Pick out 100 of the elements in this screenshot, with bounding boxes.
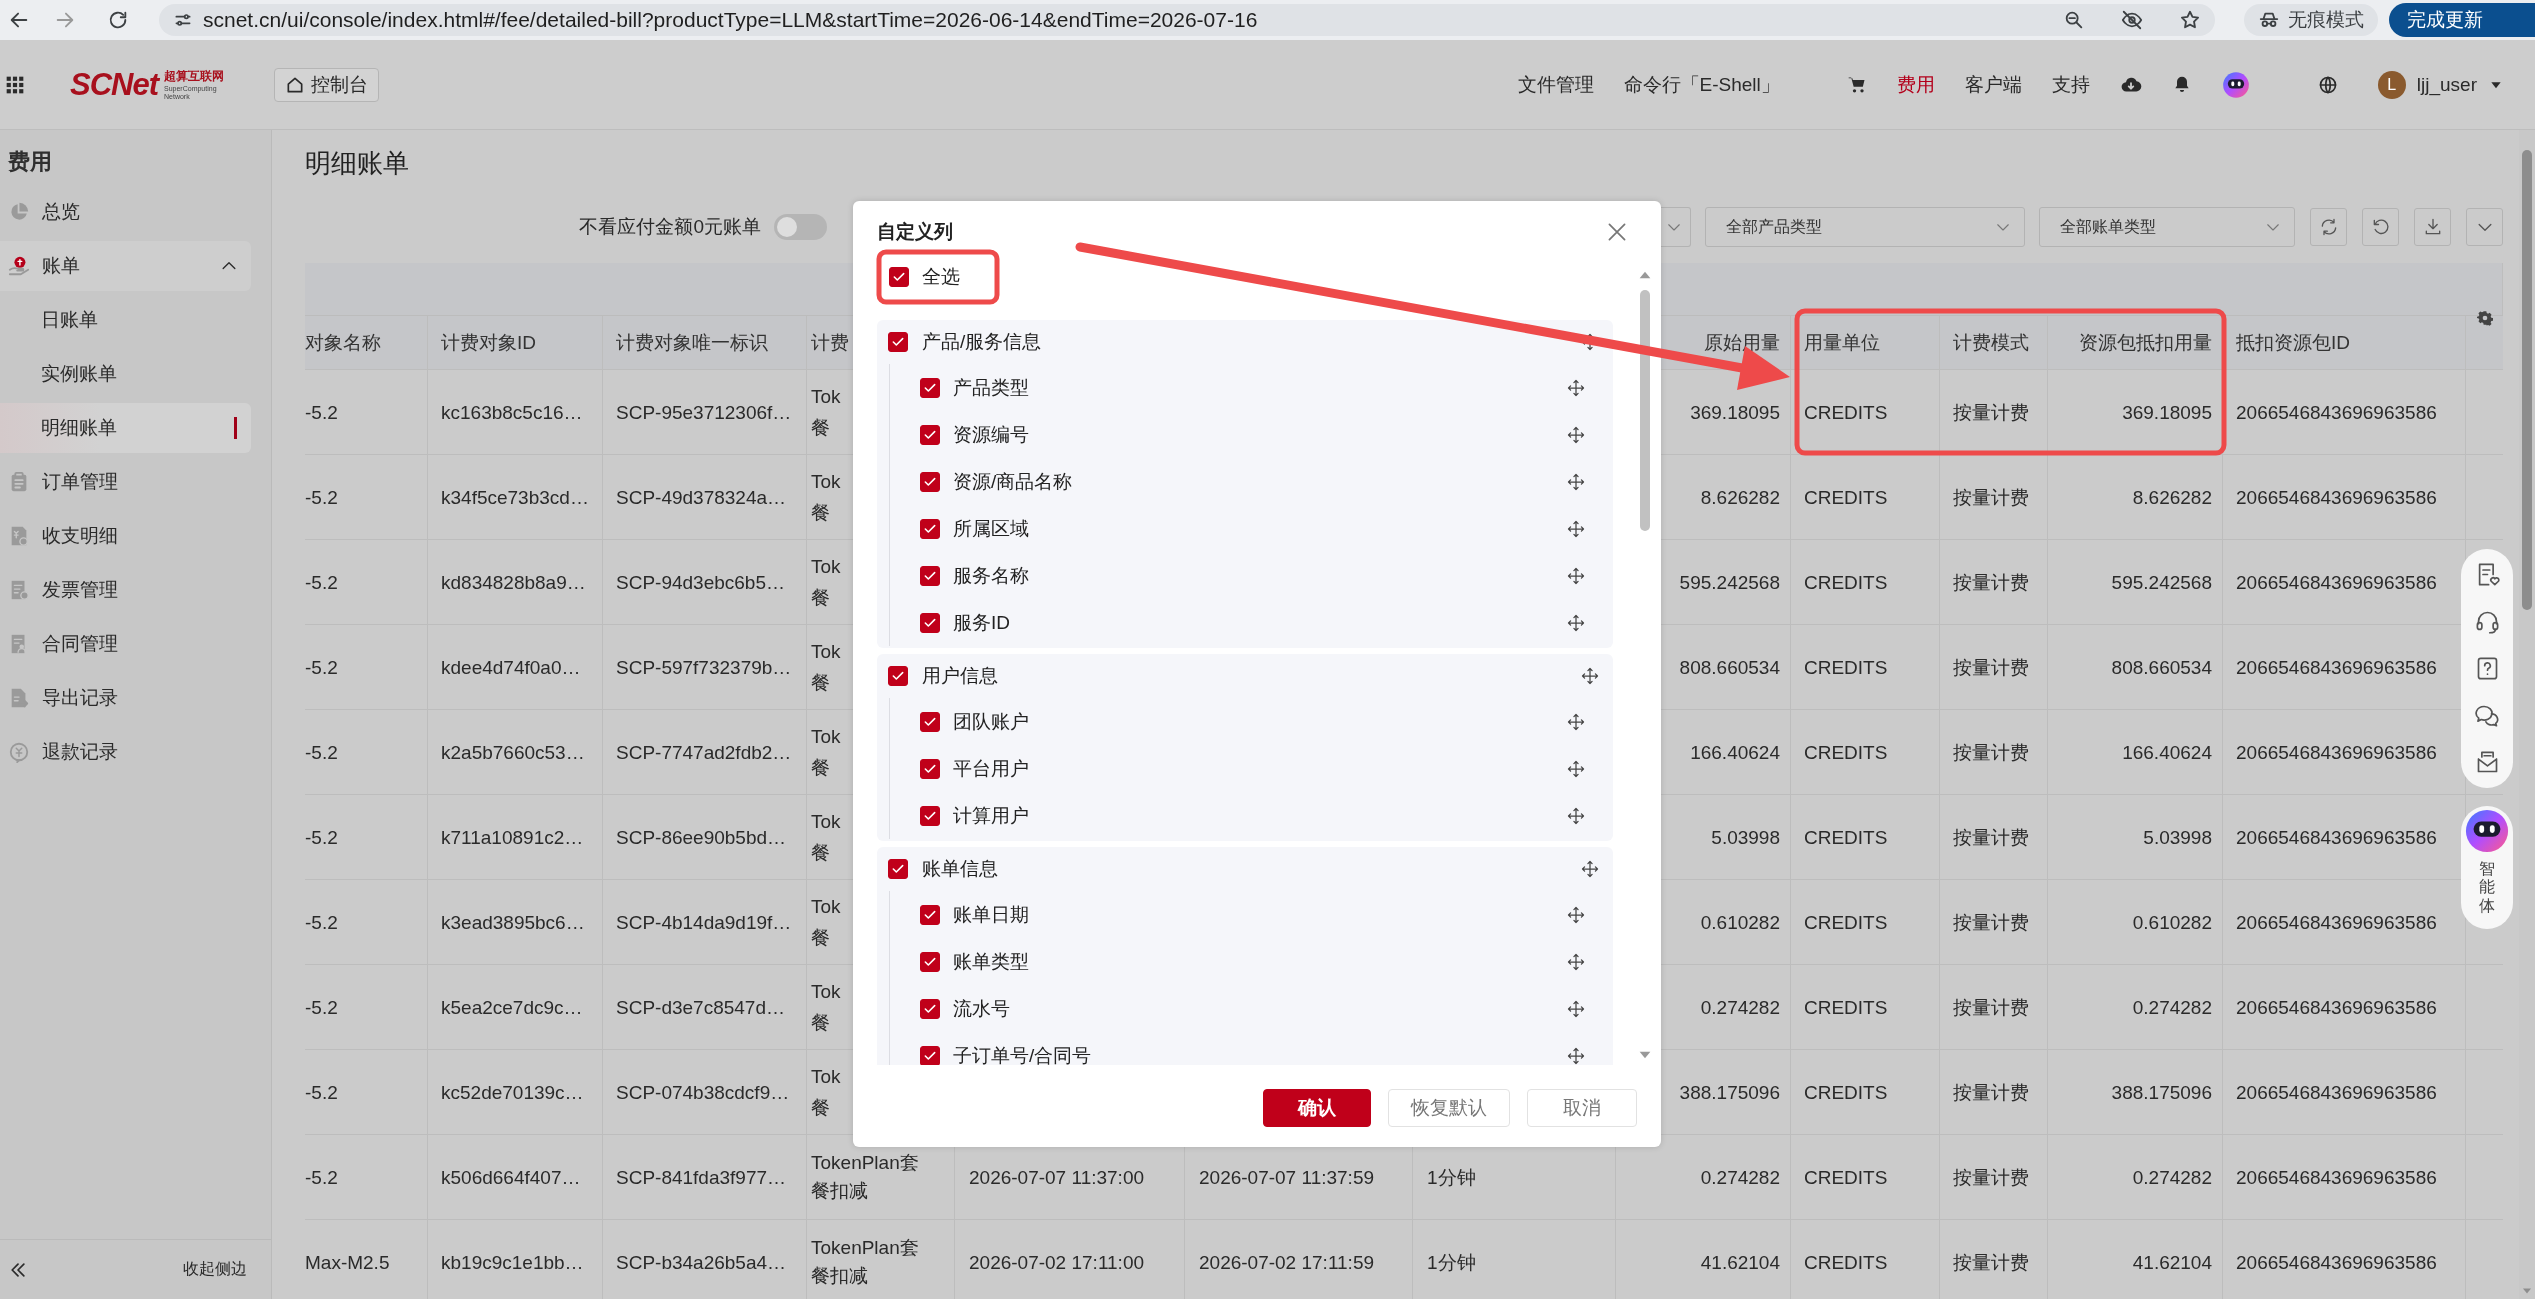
table-cell: 按量计费 — [1940, 965, 2048, 1049]
column-header: 计费对象ID — [428, 316, 603, 369]
collapse-sidebar-link[interactable]: 收起侧边 — [183, 1259, 247, 1280]
address-bar[interactable]: scnet.cn/ui/console/index.html#/fee/detailed-bill?productType=LLM&startTime=2026-06-14&endTime=2026-07-16 — [159, 4, 2215, 36]
settings-icon[interactable] — [2476, 310, 2493, 326]
table-cell-text: Tok — [811, 385, 841, 409]
checkbox-label[interactable]: 资源编号 — [953, 421, 1029, 448]
checkbox[interactable] — [920, 904, 940, 925]
confirm-button[interactable]: 确认 — [1263, 1089, 1371, 1127]
sidebar-item[interactable]: 合同管理 — [0, 619, 251, 669]
logo-wordmark[interactable]: SCNet — [70, 66, 158, 103]
globe-icon[interactable] — [2317, 74, 2338, 95]
drag-handle-icon[interactable] — [1566, 711, 1586, 732]
console-button[interactable]: 控制台 — [274, 67, 379, 102]
sidebar-item[interactable]: 明细账单 — [0, 403, 251, 453]
bookmark-star-icon[interactable] — [2179, 9, 2201, 31]
checkbox-label[interactable]: 团队账户 — [953, 708, 1029, 735]
drag-handle-icon[interactable] — [1566, 951, 1586, 972]
sidebar-item[interactable]: 订单管理 — [0, 457, 251, 507]
checkbox-label[interactable]: 资源/商品名称 — [953, 468, 1073, 495]
sidebar-item[interactable]: 收支明细 — [0, 511, 251, 561]
update-button[interactable]: 完成更新 — [2389, 3, 2535, 37]
nav-link[interactable]: 支持 — [2051, 71, 2090, 98]
checkbox[interactable] — [920, 758, 940, 779]
checkbox[interactable] — [920, 711, 940, 732]
drag-handle-icon[interactable] — [1580, 666, 1600, 686]
sidebar-item[interactable]: 日账单 — [0, 295, 251, 345]
checkbox-label[interactable]: 所属区域 — [953, 515, 1029, 542]
sidebar-item[interactable]: 导出记录 — [0, 673, 251, 723]
checkbox[interactable] — [920, 471, 940, 492]
checkbox-label[interactable]: 平台用户 — [953, 755, 1029, 782]
reset-button[interactable] — [2362, 208, 2399, 246]
dialog-button[interactable]: 恢复默认 — [1388, 1089, 1510, 1127]
drag-handle-icon[interactable] — [1566, 377, 1586, 398]
checkbox[interactable] — [888, 666, 908, 686]
drag-handle-icon[interactable] — [1566, 998, 1586, 1019]
column-header: 用量单位 — [1791, 316, 1940, 369]
checkbox-label[interactable]: 用户信息 — [922, 663, 998, 689]
drag-handle-icon[interactable] — [1566, 805, 1586, 826]
drag-handle-icon[interactable] — [1566, 904, 1586, 925]
reload-icon[interactable] — [107, 9, 129, 31]
drag-handle-icon[interactable] — [1566, 518, 1586, 539]
checkbox-label[interactable]: 账单日期 — [953, 901, 1029, 928]
checkbox[interactable] — [920, 565, 940, 586]
nav-link[interactable]: 客户端 — [1964, 71, 2022, 98]
nav-link[interactable]: 文件管理 — [1517, 71, 1594, 98]
download-button[interactable] — [2414, 208, 2451, 246]
checkbox[interactable] — [889, 267, 909, 287]
checkbox-label[interactable]: 账单信息 — [922, 856, 998, 882]
checkbox-label[interactable]: 全选 — [922, 264, 960, 290]
checkbox-label[interactable]: 流水号 — [953, 995, 1010, 1022]
table-cell: -5.2 — [305, 965, 428, 1049]
drag-handle-icon[interactable] — [1580, 859, 1600, 879]
checkbox-label[interactable]: 账单类型 — [953, 948, 1029, 975]
zoom-out-icon[interactable] — [2063, 9, 2085, 31]
sidebar-item[interactable]: 退款记录 — [0, 727, 251, 777]
user-avatar[interactable]: L — [2377, 70, 2406, 99]
checkbox-label[interactable]: 服务ID — [953, 609, 1010, 636]
drag-handle-icon[interactable] — [1566, 471, 1586, 492]
checkbox[interactable] — [920, 951, 940, 972]
checkbox[interactable] — [888, 332, 908, 352]
checkbox[interactable] — [920, 518, 940, 539]
checkbox[interactable] — [920, 805, 940, 826]
drag-handle-icon[interactable] — [1566, 612, 1586, 633]
scrollbar[interactable] — [2522, 150, 2532, 610]
table-cell: 按量计费 — [1940, 1135, 2048, 1219]
toggle-switch[interactable] — [774, 214, 827, 240]
dialog-button[interactable]: 取消 — [1527, 1089, 1637, 1127]
drag-handle-icon[interactable] — [1566, 758, 1586, 779]
apps-grid-icon[interactable] — [5, 74, 25, 95]
checkbox-label[interactable]: 产品类型 — [953, 374, 1029, 401]
bill-type-select[interactable]: 全部账单类型 — [2039, 207, 2295, 247]
checkbox[interactable] — [920, 424, 940, 445]
product-type-select[interactable]: 全部产品类型 — [1705, 207, 2025, 247]
checkbox[interactable] — [920, 612, 940, 633]
sidebar-item[interactable]: 发票管理 — [0, 565, 251, 615]
nav-link[interactable]: 费用 — [1896, 71, 1935, 98]
drag-handle-icon[interactable] — [1566, 424, 1586, 445]
table-cell-text: Tok — [811, 470, 841, 494]
eye-off-icon[interactable] — [2121, 9, 2143, 31]
username[interactable]: ljj_user — [2416, 73, 2477, 96]
incognito-indicator[interactable]: 无痕模式 — [2244, 4, 2378, 36]
checkbox-label[interactable]: 计算用户 — [953, 802, 1029, 829]
nav-link[interactable]: 命令行「E-Shell」 — [1623, 71, 1780, 98]
checkbox-label[interactable]: 子订单号/合同号 — [953, 1042, 1092, 1065]
assistant-button[interactable]: 智能体 — [2461, 806, 2513, 930]
drag-handle-icon[interactable] — [1566, 565, 1586, 586]
checkbox[interactable] — [888, 859, 908, 879]
table-cell: 8.626282 — [2048, 455, 2223, 539]
robot-avatar-icon[interactable] — [2221, 70, 2250, 99]
checkbox[interactable] — [920, 377, 940, 398]
checkbox[interactable] — [920, 998, 940, 1019]
sidebar-item[interactable]: 总览 — [0, 187, 251, 237]
refresh-button[interactable] — [2310, 208, 2347, 246]
sidebar-item[interactable]: 账单 — [0, 241, 251, 291]
scrollbar[interactable] — [1640, 290, 1650, 531]
checkbox[interactable] — [920, 1045, 940, 1065]
checkbox-label[interactable]: 服务名称 — [953, 562, 1029, 589]
drag-handle-icon[interactable] — [1566, 1045, 1586, 1065]
sidebar-item[interactable]: 实例账单 — [0, 349, 251, 399]
